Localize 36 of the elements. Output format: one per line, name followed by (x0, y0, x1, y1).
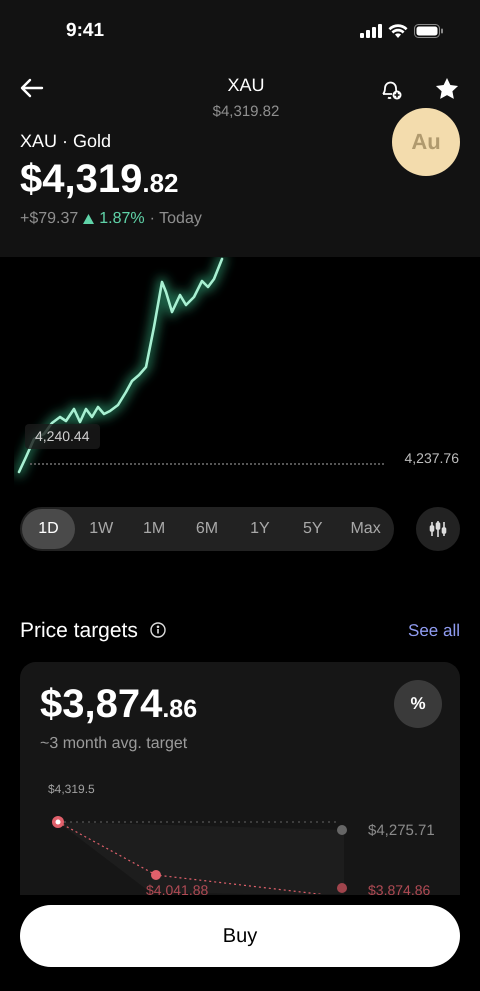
range-tab[interactable]: 1D (22, 508, 75, 548)
chart-value-tag: 4,240.44 (25, 424, 100, 448)
target-price: $3,874.86 (40, 684, 198, 724)
wifi-icon (388, 24, 408, 38)
price-change: +$79.37 (20, 208, 78, 228)
header-title: XAU (227, 74, 264, 97)
info-icon[interactable] (150, 622, 166, 638)
mid-target-label: $4,041.88 (146, 881, 208, 900)
range-tab[interactable]: 6M (180, 508, 234, 548)
range-tab[interactable]: 1W (74, 508, 128, 548)
range-tab[interactable]: 5Y (286, 508, 340, 548)
target-caption: ~3 month avg. target (40, 734, 188, 754)
battery-icon (414, 24, 444, 38)
status-time: 9:41 (66, 18, 104, 43)
asset-name: XAU · Gold (20, 130, 112, 152)
header-price: $4,319.82 (212, 102, 280, 122)
candlestick-chart-button[interactable] (416, 506, 460, 550)
candlestick-icon (429, 520, 447, 538)
section-title: Price targets (20, 618, 138, 644)
price-period: · Today (150, 208, 202, 228)
percent-toggle-button[interactable]: % (394, 680, 442, 728)
range-tab[interactable]: Max (339, 508, 392, 548)
back-button[interactable] (20, 78, 44, 98)
asset-logo: Au (392, 108, 460, 176)
favorite-star-button[interactable] (434, 76, 460, 102)
asset-price: $4,319.82 (20, 158, 180, 198)
signal-icon (360, 24, 382, 38)
see-all-link[interactable]: See all (408, 618, 460, 643)
high-target-label: $4,275.71 (368, 821, 435, 841)
range-tab[interactable]: 1M (128, 508, 181, 548)
low-target-label: $3,874.86 (368, 881, 430, 900)
range-tab[interactable]: 1Y (233, 508, 286, 548)
price-percent: 1.87% (99, 208, 145, 228)
buy-button[interactable]: Buy (20, 905, 460, 967)
baseline-value: 4,237.76 (404, 448, 459, 468)
current-price-label: $4,319.5 (48, 781, 96, 798)
